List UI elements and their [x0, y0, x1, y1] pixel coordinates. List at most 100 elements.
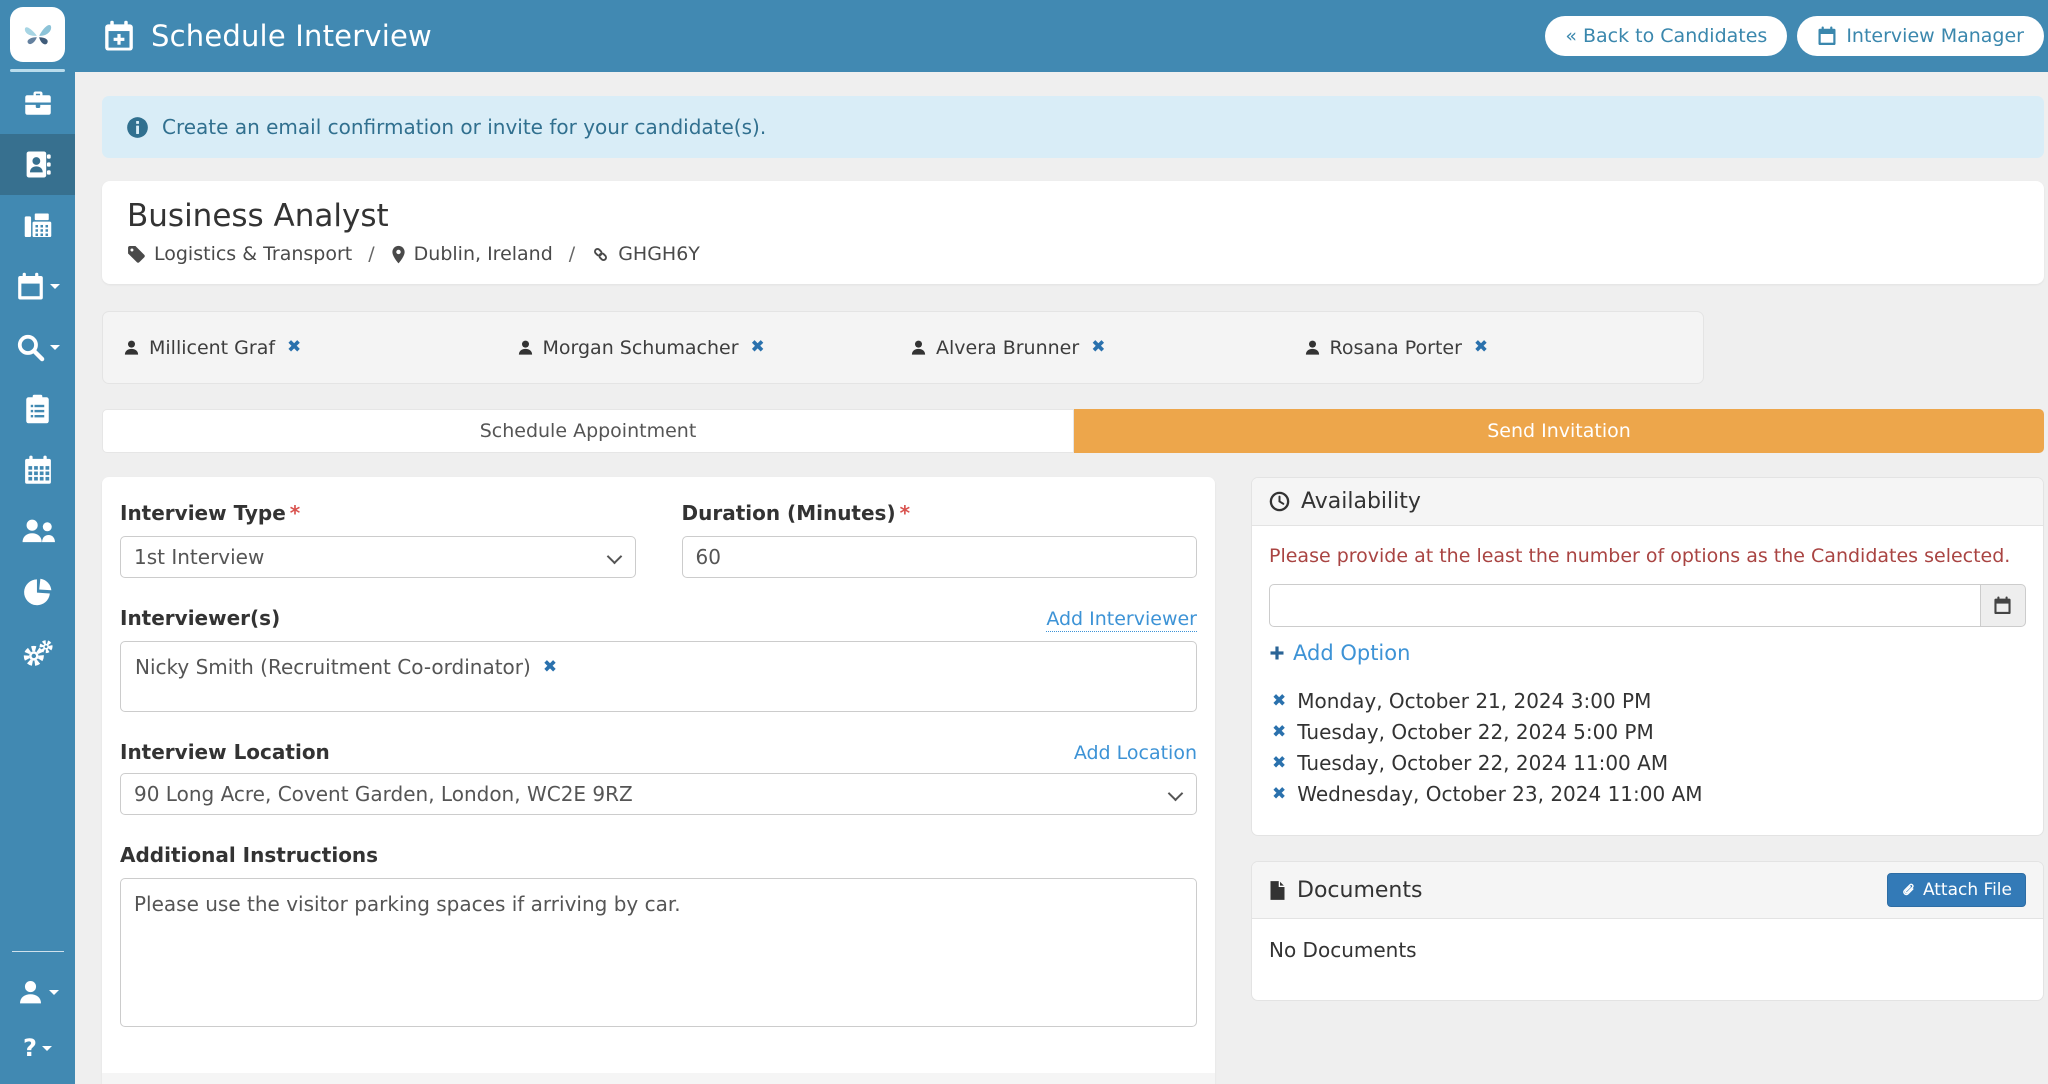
remove-option-icon[interactable]: ✖: [1272, 755, 1286, 772]
remove-candidate-icon[interactable]: ✖: [751, 339, 765, 356]
interviewers-label: Interviewer(s): [120, 606, 280, 630]
sidebar-item-fax[interactable]: [0, 195, 75, 256]
paperclip-icon: [1901, 883, 1916, 898]
interview-type-select[interactable]: 1st Interview: [120, 536, 636, 578]
attach-file-label: Attach File: [1923, 880, 2012, 900]
attach-file-button[interactable]: Attach File: [1887, 873, 2026, 907]
sidebar-item-tasks[interactable]: [0, 378, 75, 439]
sidebar-help-menu[interactable]: ?: [0, 1020, 75, 1076]
date-picker-button[interactable]: [1981, 584, 2026, 627]
job-reference-label: GHGH6Y: [618, 243, 700, 265]
users-icon: [21, 518, 55, 543]
sidebar-item-candidates[interactable]: [0, 134, 75, 195]
clipboard-icon: [24, 394, 51, 424]
sidebar-item-jobs[interactable]: [0, 73, 75, 134]
sidebar: ?: [0, 0, 75, 1084]
sidebar-item-reports[interactable]: [0, 561, 75, 622]
sidebar-item-search-menu[interactable]: [0, 317, 75, 378]
back-to-candidates-label: « Back to Candidates: [1565, 25, 1767, 47]
availability-panel: Availability Please provide at the least…: [1251, 477, 2044, 836]
job-title: Business Analyst: [127, 198, 2019, 234]
option-datetime: Tuesday, October 22, 2024 11:00 AM: [1297, 751, 1668, 775]
sidebar-user-menu[interactable]: [0, 964, 75, 1020]
gears-icon: [22, 639, 53, 667]
caret-down-icon: [42, 1046, 52, 1056]
app-logo[interactable]: [10, 7, 65, 62]
back-to-candidates-button[interactable]: « Back to Candidates: [1545, 16, 1787, 56]
documents-title: Documents: [1297, 878, 1422, 903]
option-datetime: Monday, October 21, 2024 3:00 PM: [1297, 689, 1651, 713]
sidebar-item-settings[interactable]: [0, 622, 75, 683]
interviewers-box[interactable]: Nicky Smith (Recruitment Co-ordinator) ✖: [120, 641, 1197, 712]
remove-option-icon[interactable]: ✖: [1272, 693, 1286, 710]
remove-option-icon[interactable]: ✖: [1272, 724, 1286, 741]
remove-interviewer-icon[interactable]: ✖: [543, 659, 557, 676]
mode-tabs: Schedule Appointment Send Invitation: [102, 409, 2044, 453]
user-icon: [123, 339, 140, 356]
clock-icon: [1269, 491, 1290, 512]
user-icon: [17, 980, 44, 1004]
availability-options: ✖ Monday, October 21, 2024 3:00 PM ✖ Tue…: [1269, 689, 2026, 806]
butterfly-logo-icon: [20, 17, 56, 53]
meta-separator: /: [364, 243, 378, 265]
option-datetime: Tuesday, October 22, 2024 5:00 PM: [1297, 720, 1653, 744]
page-title: Schedule Interview: [151, 19, 432, 53]
job-location: Dublin, Ireland: [391, 243, 553, 265]
interview-type-label-text: Interview Type: [120, 501, 286, 525]
link-icon: [591, 245, 610, 264]
interview-manager-button[interactable]: Interview Manager: [1797, 16, 2044, 56]
candidates-bar: Millicent Graf ✖ Morgan Schumacher ✖ Alv…: [102, 311, 1704, 384]
app-root: ? Schedule Interview « Bac: [0, 0, 2048, 1084]
tag-icon: [127, 245, 146, 264]
form-footer: Send Interview Preview Email Template: [102, 1073, 1215, 1084]
calendar-grid-icon: [23, 455, 53, 485]
candidate-chip: Millicent Graf ✖: [123, 337, 517, 359]
option-datetime: Wednesday, October 23, 2024 11:00 AM: [1297, 782, 1702, 806]
map-marker-icon: [391, 245, 406, 264]
sidebar-item-calendar[interactable]: [0, 439, 75, 500]
remove-candidate-icon[interactable]: ✖: [287, 339, 301, 356]
job-meta: Logistics & Transport / Dublin, Ireland …: [127, 243, 2019, 265]
location-select-wrap: 90 Long Acre, Covent Garden, London, WC2…: [120, 773, 1197, 815]
pie-chart-icon: [23, 577, 53, 607]
search-icon: [16, 333, 45, 362]
caret-down-icon: [50, 284, 60, 294]
job-location-label: Dublin, Ireland: [414, 243, 553, 265]
remove-candidate-icon[interactable]: ✖: [1091, 339, 1105, 356]
job-reference: GHGH6Y: [591, 243, 700, 265]
remove-option-icon[interactable]: ✖: [1272, 786, 1286, 803]
documents-panel: Documents Attach File No Documents: [1251, 861, 2044, 1001]
add-option-link[interactable]: Add Option: [1269, 641, 1410, 665]
tab-schedule-appointment[interactable]: Schedule Appointment: [102, 409, 1074, 453]
interview-location-select[interactable]: 90 Long Acre, Covent Garden, London, WC2…: [120, 773, 1197, 815]
logo-underline: [10, 69, 65, 72]
calendar-icon: [16, 272, 45, 301]
required-marker: *: [900, 501, 910, 525]
main-column: Schedule Interview « Back to Candidates …: [75, 0, 2048, 1084]
tab-send-invitation[interactable]: Send Invitation: [1074, 409, 2044, 453]
info-alert: Create an email confirmation or invite f…: [102, 96, 2044, 158]
add-interviewer-link[interactable]: Add Interviewer: [1046, 608, 1197, 632]
sidebar-nav: [0, 73, 75, 683]
interview-manager-label: Interview Manager: [1846, 25, 2024, 47]
meta-separator: /: [565, 243, 579, 265]
duration-label: Duration (Minutes)*: [682, 501, 1198, 525]
duration-input[interactable]: [682, 536, 1198, 578]
sidebar-bottom: ?: [0, 951, 75, 1076]
candidate-chip: Morgan Schumacher ✖: [517, 337, 911, 359]
sidebar-divider: [12, 951, 64, 952]
interview-type-select-wrap: 1st Interview: [120, 536, 636, 578]
top-bar-actions: « Back to Candidates Interview Manager: [1545, 16, 2044, 56]
sidebar-item-people[interactable]: [0, 500, 75, 561]
add-location-link[interactable]: Add Location: [1074, 742, 1197, 764]
interviewer-name: Nicky Smith (Recruitment Co-ordinator): [135, 655, 531, 679]
job-sector-label: Logistics & Transport: [154, 243, 352, 265]
additional-instructions-label: Additional Instructions: [120, 843, 1197, 867]
availability-date-input[interactable]: [1269, 584, 1981, 627]
sidebar-item-schedule-menu[interactable]: [0, 256, 75, 317]
candidate-name: Morgan Schumacher: [543, 337, 739, 359]
availability-header: Availability: [1252, 478, 2043, 526]
additional-instructions-textarea[interactable]: Please use the visitor parking spaces if…: [120, 878, 1197, 1027]
duration-label-text: Duration (Minutes): [682, 501, 896, 525]
remove-candidate-icon[interactable]: ✖: [1474, 339, 1488, 356]
